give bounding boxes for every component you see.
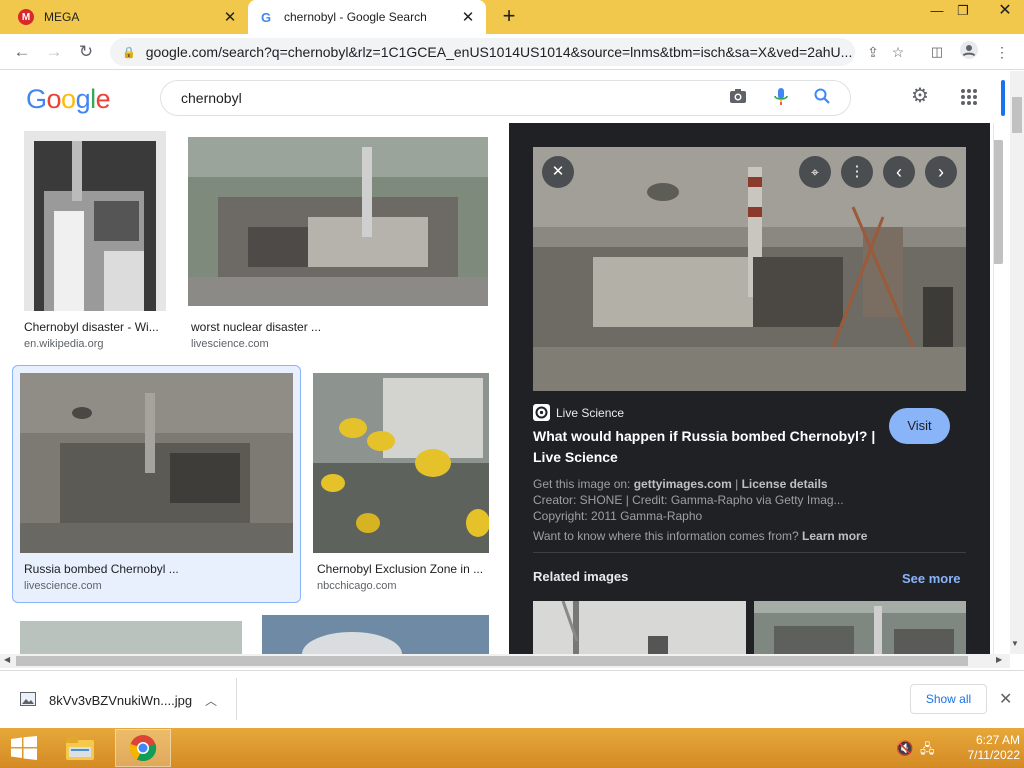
page-scroll-thumb[interactable] [1012, 97, 1022, 133]
camera-search-icon[interactable] [728, 88, 748, 108]
result-image[interactable] [20, 373, 293, 553]
result-title[interactable]: worst nuclear disaster ... [191, 320, 321, 334]
address-bar[interactable]: 🔒 google.com/search?q=chernobyl&rlz=1C1G… [110, 38, 855, 66]
copyright-line: Copyright: 2011 Gamma-Rapho [533, 509, 703, 523]
image-file-icon [20, 692, 36, 706]
scroll-down-arrow-icon[interactable]: ▼ [1011, 639, 1019, 648]
download-file-name[interactable]: 8kVv3vBZVnukiWn....jpg [49, 693, 192, 708]
license-details-link[interactable]: License details [742, 477, 828, 491]
more-options-icon[interactable]: ⋮ [841, 156, 873, 188]
clock-time: 6:27 AM [975, 733, 1020, 747]
settings-gear-icon[interactable]: ⚙ [908, 86, 932, 110]
microphone-icon[interactable] [771, 88, 791, 108]
divider [236, 678, 237, 720]
result-image[interactable] [24, 131, 166, 311]
scroll-right-arrow-icon[interactable]: ▶ [996, 655, 1002, 664]
tab-mega[interactable]: M MEGA ✕ [8, 0, 248, 34]
windows-start-icon[interactable] [2, 729, 46, 767]
related-image[interactable] [533, 601, 746, 654]
search-icon[interactable] [812, 88, 832, 108]
result-source: livescience.com [24, 580, 102, 592]
network-icon[interactable]: 🖧 [920, 740, 935, 762]
horizontal-scroll-thumb[interactable] [16, 656, 968, 666]
new-tab-icon[interactable]: + [496, 4, 522, 30]
preview-site-name[interactable]: Live Science [556, 406, 624, 420]
next-image-icon[interactable]: › [925, 156, 957, 188]
side-panel-icon[interactable]: ◫ [926, 41, 948, 63]
restore-icon[interactable]: ❐ [948, 0, 978, 22]
close-download-bar-icon[interactable]: ✕ [999, 689, 1012, 709]
download-options-chevron-icon[interactable]: ︿ [205, 692, 217, 709]
profile-avatar-icon[interactable] [958, 41, 980, 63]
related-images-heading: Related images [533, 569, 629, 584]
close-tab-icon[interactable]: ✕ [460, 8, 476, 26]
close-tab-icon[interactable]: ✕ [222, 8, 238, 26]
image-source-line: Get this image on: gettyimages.com | Lic… [533, 477, 828, 491]
live-science-site-icon [533, 404, 550, 421]
apps-grid-icon[interactable] [960, 88, 978, 109]
clock-date: 7/11/2022 [967, 748, 1021, 762]
result-image[interactable] [188, 137, 488, 306]
result-title[interactable]: Russia bombed Chernobyl ... [24, 562, 179, 576]
tab-title: MEGA [44, 10, 80, 24]
preview-title-line1[interactable]: What would happen if Russia bombed Chern… [533, 428, 883, 444]
mega-icon: M [18, 9, 34, 25]
info-question-line: Want to know where this information come… [533, 529, 868, 543]
window-close-icon[interactable]: ✕ [990, 0, 1020, 22]
tab-title: chernobyl - Google Search [284, 10, 427, 24]
google-logo[interactable]: Google [26, 84, 111, 115]
result-source: livescience.com [191, 338, 269, 350]
taskbar-clock[interactable]: 6:27 AM 7/11/2022 [940, 733, 1021, 763]
share-icon[interactable]: ⇪ [862, 41, 884, 63]
google-favicon: G [260, 9, 272, 25]
result-image[interactable] [313, 373, 489, 553]
learn-more-link[interactable]: Learn more [802, 529, 867, 543]
forward-icon[interactable]: → [42, 40, 66, 64]
divider [533, 552, 966, 553]
reload-icon[interactable]: ↻ [74, 40, 98, 64]
tab-google-search[interactable]: G chernobyl - Google Search ✕ [248, 0, 486, 34]
vertical-scrollbar[interactable] [1010, 71, 1024, 654]
scroll-left-arrow-icon[interactable]: ◀ [4, 655, 10, 664]
result-source: nbcchicago.com [317, 580, 397, 592]
browser-menu-icon[interactable]: ⋮ [991, 41, 1013, 63]
lens-search-icon[interactable]: ⌖ [799, 156, 831, 188]
bookmark-star-icon[interactable]: ☆ [887, 41, 909, 63]
url-text: google.com/search?q=chernobyl&rlz=1C1GCE… [145, 44, 853, 60]
see-more-link[interactable]: See more [902, 571, 961, 586]
chrome-taskbar-icon[interactable] [115, 729, 171, 767]
result-source: en.wikipedia.org [24, 338, 104, 350]
result-image[interactable] [20, 621, 242, 654]
close-preview-icon[interactable]: ✕ [542, 156, 574, 188]
volume-muted-icon[interactable]: 🔇 [896, 740, 913, 757]
result-title[interactable]: Chernobyl disaster - Wi... [24, 320, 159, 334]
show-all-downloads-button[interactable]: Show all [910, 684, 987, 714]
pane-scrollbar[interactable] [993, 123, 1005, 654]
visit-button[interactable]: Visit [889, 408, 950, 444]
file-explorer-icon[interactable] [58, 729, 102, 767]
account-edge [1001, 80, 1005, 116]
previous-image-icon[interactable]: ‹ [883, 156, 915, 188]
result-title[interactable]: Chernobyl Exclusion Zone in ... [317, 562, 483, 576]
creator-line: Creator: SHONE | Credit: Gamma-Rapho via… [533, 493, 844, 507]
related-image[interactable] [754, 601, 966, 654]
result-image[interactable] [262, 615, 489, 654]
preview-title-line2[interactable]: Live Science [533, 449, 618, 465]
search-query: chernobyl [181, 90, 242, 106]
lock-icon: 🔒 [122, 46, 136, 59]
getty-link[interactable]: gettyimages.com [634, 477, 732, 491]
back-icon[interactable]: ← [10, 40, 34, 64]
